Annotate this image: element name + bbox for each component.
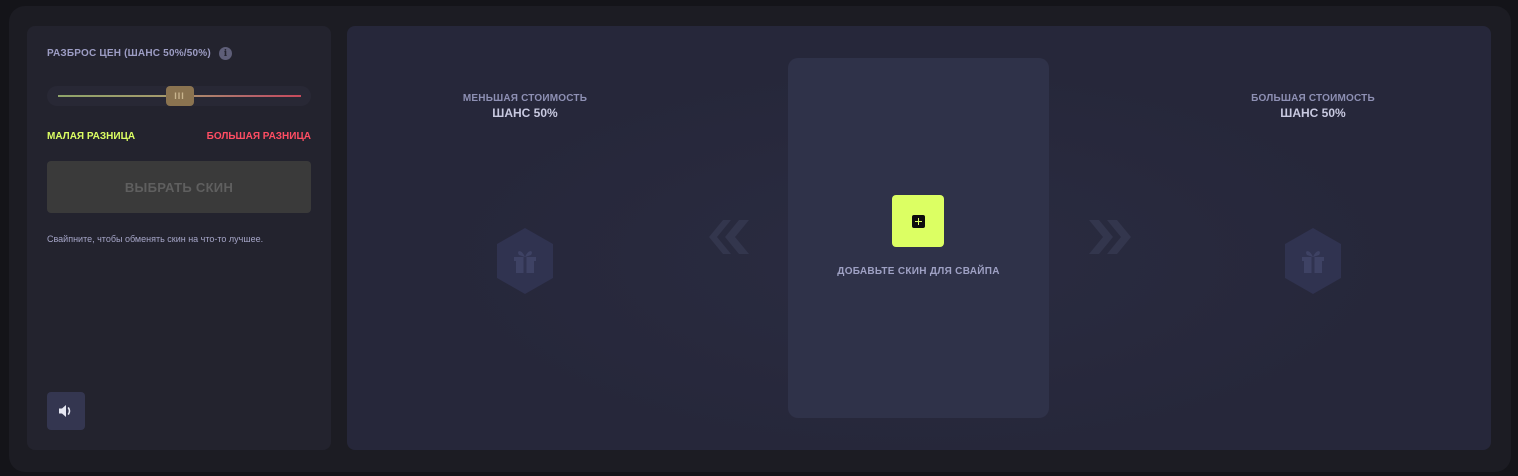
low-difference-label: МАЛАЯ РАЗНИЦА xyxy=(47,131,136,142)
add-skin-button[interactable] xyxy=(892,195,944,247)
swipe-area: МЕНЬШАЯ СТОИМОСТЬ ШАНС 50% ДОБАВЬТЕ СКИН… xyxy=(347,26,1491,450)
higher-value-title: БОЛЬШАЯ СТОИМОСТЬ xyxy=(1251,93,1375,104)
higher-value-label: БОЛЬШАЯ СТОИМОСТЬ ШАНС 50% xyxy=(1135,93,1491,120)
plus-icon xyxy=(911,214,925,228)
spread-title-text: РАЗБРОС ЦЕН (ШАНС 50%/50%) xyxy=(47,48,211,59)
spread-title: РАЗБРОС ЦЕН (ШАНС 50%/50%) i xyxy=(47,47,232,60)
higher-value-slot: БОЛЬШАЯ СТОИМОСТЬ ШАНС 50% xyxy=(1135,26,1491,450)
higher-value-chance: ШАНС 50% xyxy=(1280,106,1346,120)
sound-toggle-button[interactable] xyxy=(47,392,85,430)
chevrons-right-icon xyxy=(1089,220,1131,254)
add-skin-text: ДОБАВЬТЕ СКИН ДЛЯ СВАЙПА xyxy=(837,266,1000,277)
info-icon[interactable]: i xyxy=(218,47,232,60)
gift-hex-icon xyxy=(497,228,553,294)
lower-value-chance: ШАНС 50% xyxy=(492,106,558,120)
choose-skin-button[interactable]: ВЫБРАТЬ СКИН xyxy=(47,161,311,213)
lower-value-title: МЕНЬШАЯ СТОИМОСТЬ xyxy=(462,93,588,104)
skin-drop-card[interactable]: ДОБАВЬТЕ СКИН ДЛЯ СВАЙПА xyxy=(788,58,1049,418)
gift-hex-icon xyxy=(1285,228,1341,294)
slider-thumb[interactable]: III xyxy=(165,86,194,106)
settings-panel: РАЗБРОС ЦЕН (ШАНС 50%/50%) i III МАЛАЯ Р… xyxy=(27,26,331,450)
swipe-hint: Свайпните, чтобы обменять скин на что-то… xyxy=(47,234,264,244)
chevrons-left-icon xyxy=(709,220,749,254)
speaker-icon xyxy=(59,405,71,417)
high-difference-label: БОЛЬШАЯ РАЗНИЦА xyxy=(206,131,311,142)
price-spread-slider[interactable]: III xyxy=(47,86,311,106)
lower-value-slot: МЕНЬШАЯ СТОИМОСТЬ ШАНС 50% xyxy=(347,26,703,450)
lower-value-label: МЕНЬШАЯ СТОИМОСТЬ ШАНС 50% xyxy=(347,93,703,120)
